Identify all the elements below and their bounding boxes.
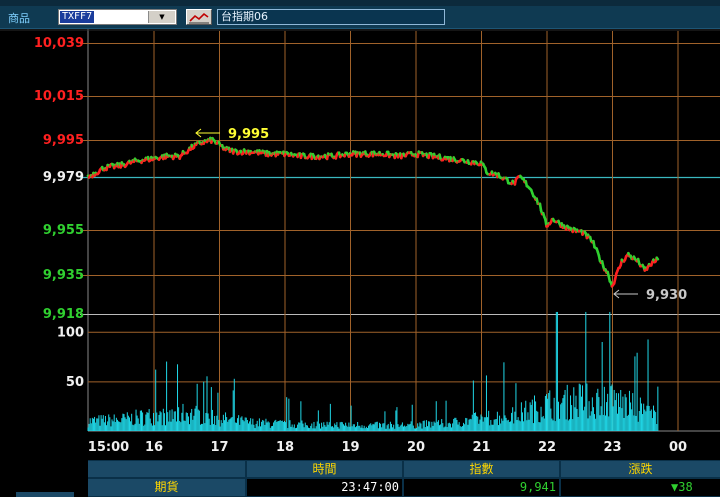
volume-tick-label: 100 (57, 325, 84, 340)
chart-type-button[interactable] (186, 9, 212, 25)
quote-time: 23:47:00 (247, 479, 402, 496)
product-code-combobox[interactable]: TXFF7 ▼ (58, 9, 177, 25)
price-tick-label: 9,979 (43, 170, 84, 185)
price-tick-label: 10,015 (34, 89, 84, 104)
volume-bars (87, 311, 659, 431)
price-tick-label: 10,039 (34, 36, 84, 51)
header-spacer (88, 461, 245, 477)
product-name-field[interactable]: 台指期06 (217, 9, 445, 25)
price-tick-label: 9,918 (43, 307, 84, 322)
quote-change-value: 38 (678, 480, 693, 494)
volume-tick-label: 50 (66, 375, 84, 390)
product-label: 商品 (8, 12, 30, 25)
row-label: 期貨 (88, 479, 245, 496)
intraday-chart: 10,039 10,015 9,995 9,979 9,955 9,935 9,918 10… (0, 29, 720, 455)
time-tick-label: 19 (341, 440, 359, 455)
time-tick-label: 22 (538, 440, 556, 455)
dropdown-arrow-icon[interactable]: ▼ (148, 11, 175, 23)
annotation-label: 9,930 (646, 288, 687, 303)
header-index: 指數 (404, 461, 559, 477)
chart-icon (189, 12, 209, 24)
price-tick-label: 9,955 (43, 223, 84, 238)
price-series (86, 136, 660, 288)
status-tab (16, 492, 74, 497)
time-tick-label: 17 (210, 440, 228, 455)
time-tick-label: 21 (472, 440, 490, 455)
quote-panel: 時間 指數 漲跌 期貨 23:47:00 9,941 ▼38 (88, 460, 720, 497)
time-axis: 15:00 16 17 18 19 20 21 22 23 00 (88, 440, 687, 455)
header-change: 漲跌 (561, 461, 720, 477)
time-tick-label: 00 (669, 440, 687, 455)
toolbar: 商品 TXFF7 ▼ 台指期06 (0, 6, 720, 29)
price-axis: 10,039 10,015 9,995 9,979 9,955 9,935 9,918 (34, 36, 84, 322)
time-tick-label: 16 (145, 440, 163, 455)
time-tick-label: 15:00 (88, 440, 129, 455)
annotation-label: 9,995 (228, 127, 269, 142)
time-tick-label: 20 (407, 440, 425, 455)
time-tick-label: 18 (276, 440, 294, 455)
price-tick-label: 9,935 (43, 268, 84, 283)
price-tick-label: 9,995 (43, 133, 84, 148)
product-code-value[interactable]: TXFF7 (60, 11, 95, 23)
quote-price: 9,941 (404, 479, 559, 496)
price-segment (655, 256, 660, 261)
chart-grid (0, 29, 720, 432)
volume-axis: 100 50 (57, 325, 84, 390)
header-time: 時間 (247, 461, 402, 477)
quote-change: ▼38 (561, 479, 720, 496)
time-tick-label: 23 (603, 440, 621, 455)
